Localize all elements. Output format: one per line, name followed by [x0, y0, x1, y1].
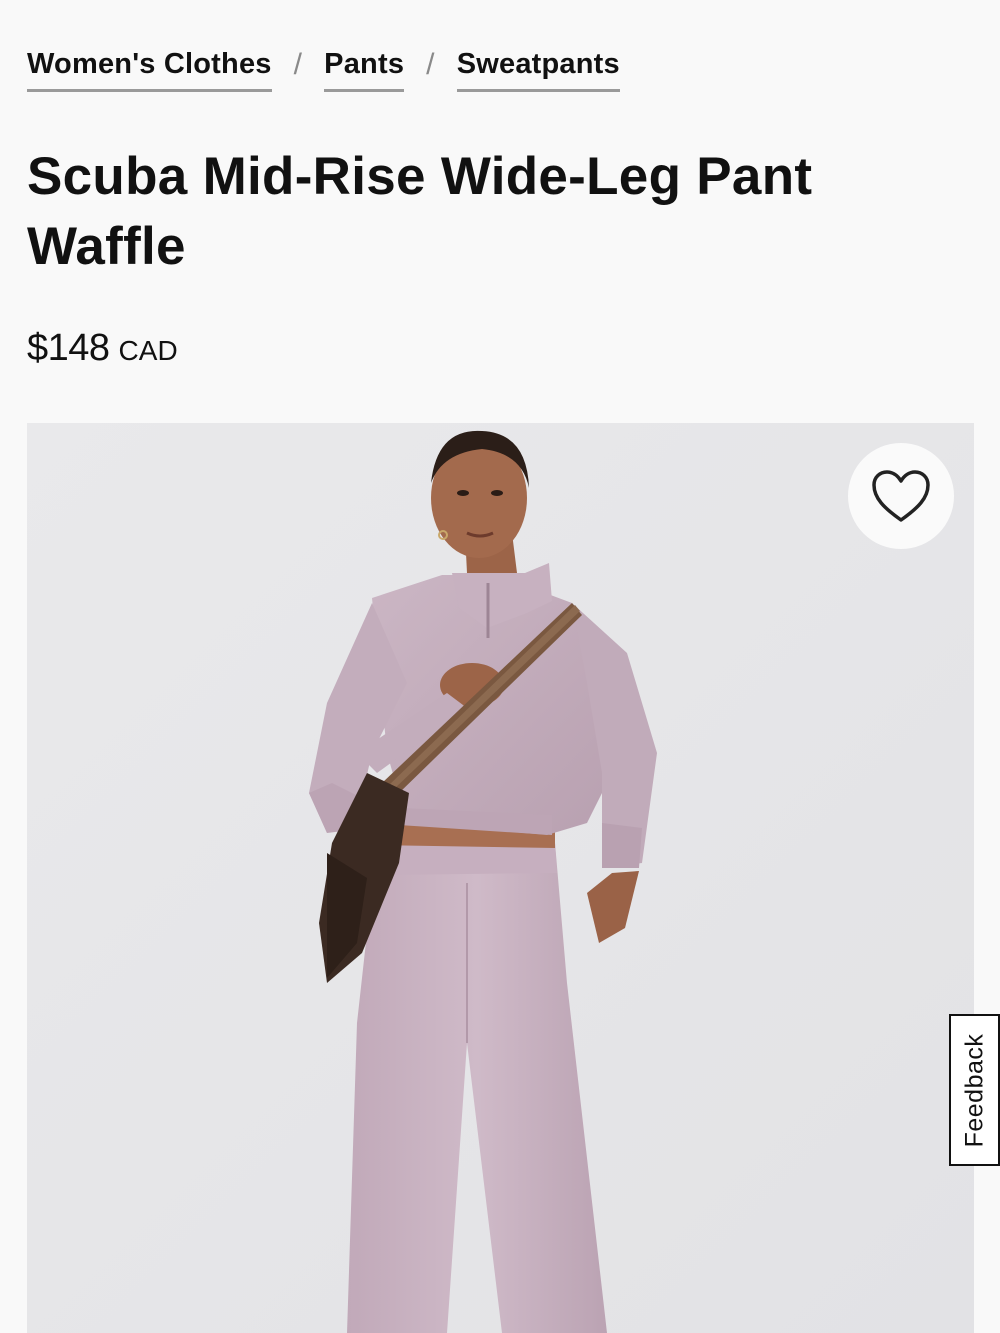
product-title-line2: Waffle: [27, 217, 186, 276]
feedback-tab[interactable]: Feedback: [949, 1014, 1000, 1166]
product-image-gallery[interactable]: [27, 423, 974, 1333]
breadcrumb-separator: /: [426, 48, 435, 81]
breadcrumb-womens-clothes[interactable]: Women's Clothes: [27, 48, 272, 92]
product-price: $148 CAD: [27, 327, 178, 370]
breadcrumb-pants[interactable]: Pants: [324, 48, 405, 92]
product-photo: [27, 423, 974, 1333]
feedback-label: Feedback: [960, 1033, 989, 1147]
product-page: Women's Clothes / Pants / Sweatpants Scu…: [0, 0, 1000, 1333]
wishlist-button[interactable]: [848, 443, 954, 549]
price-currency: CAD: [118, 335, 178, 366]
breadcrumb: Women's Clothes / Pants / Sweatpants: [27, 48, 620, 92]
breadcrumb-separator: /: [293, 48, 303, 81]
product-title: Scuba Mid-Rise Wide-Leg Pant Waffle: [27, 142, 927, 282]
heart-outline-icon: [872, 470, 930, 522]
price-amount: $148: [27, 327, 110, 369]
product-title-line1: Scuba Mid-Rise Wide-Leg Pant: [27, 147, 813, 206]
breadcrumb-sweatpants[interactable]: Sweatpants: [456, 48, 620, 92]
